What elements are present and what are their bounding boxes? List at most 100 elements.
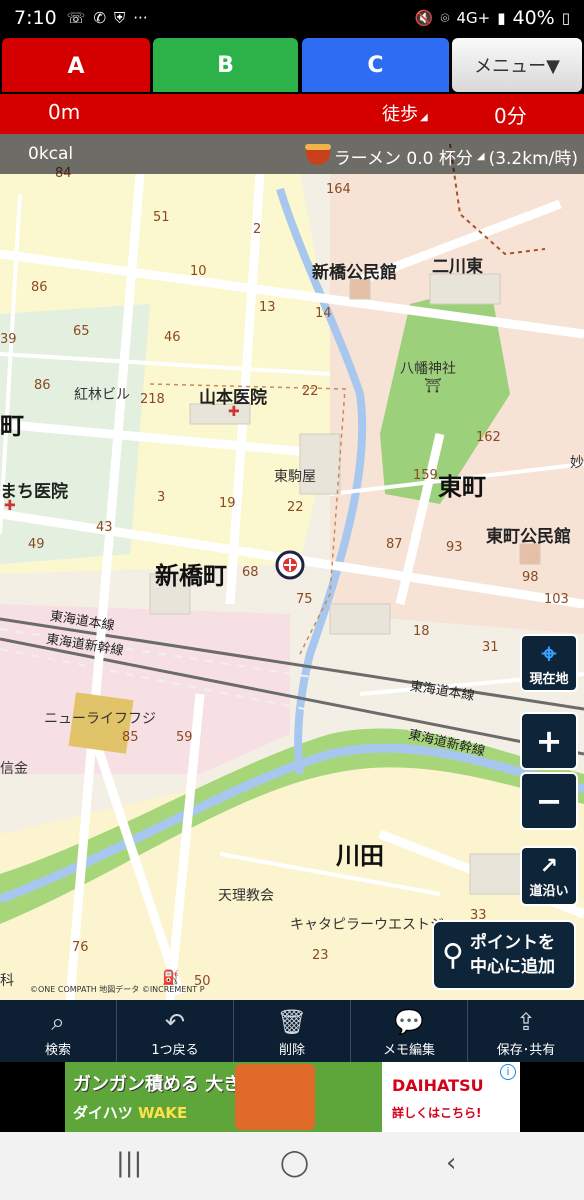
block-number: 49 (28, 537, 45, 552)
ad-info-icon[interactable]: i (500, 1064, 516, 1080)
route-tabs: A B C メニュー▼ (0, 36, 584, 94)
block-number: 22 (287, 500, 304, 515)
signal-icon: ▮ (497, 9, 506, 27)
map-view[interactable]: 新橋町 東町 川田 新橋公民館 二川東 山本医院 まち医院 東町公民館 町 八幡… (0, 134, 584, 1000)
status-time: 7:10 (14, 7, 57, 29)
label-higashi-town: 東町 (438, 473, 486, 501)
label-shinkin: 信金 (0, 761, 28, 777)
save-share-button[interactable]: ⇪ 保存･共有 (468, 1000, 584, 1062)
block-number: 43 (96, 520, 113, 535)
menu-button[interactable]: メニュー▼ (452, 38, 582, 92)
delete-label: 削除 (278, 1043, 305, 1058)
save-share-label: 保存･共有 (496, 1043, 556, 1058)
label-new-life-fuji: ニューライフフジ (44, 711, 156, 727)
more-icon: ··· (133, 9, 148, 27)
ad-banner[interactable]: ガンガン積める 大きな荷室! ダイハツ WAKE DAIHATSU 詳しくはこち… (0, 1062, 584, 1132)
undo-label: 1つ戻る (151, 1043, 199, 1058)
ad-cta[interactable]: 詳しくはこちら! (392, 1104, 481, 1121)
search-icon: ⌕ (51, 1008, 65, 1036)
block-number: 218 (140, 392, 165, 407)
speech-bubble-icon: 💬 (394, 1008, 424, 1036)
block-number: 51 (153, 210, 170, 225)
ad-brand-jp: ダイハツ (73, 1104, 133, 1122)
shield-icon: ⛨ (114, 9, 126, 27)
home-icon[interactable]: ◯ (280, 1148, 309, 1178)
label-edge-ka: 科 (0, 973, 14, 989)
ramen-bowl-icon (304, 143, 331, 165)
wifi-call-icon: ✆ (93, 9, 107, 27)
search-button[interactable]: ⌕ 検索 (0, 1000, 117, 1062)
add-point-center-button[interactable]: ⚲ ポイントを 中心に追加 (432, 920, 576, 990)
memo-edit-button[interactable]: 💬 メモ編集 (351, 1000, 468, 1062)
ad-brand-logo: DAIHATSU (392, 1076, 484, 1095)
crosshair-icon: ⌖ (541, 638, 557, 669)
delete-button[interactable]: 🗑 削除 (234, 1000, 351, 1062)
block-number: 75 (296, 592, 313, 607)
block-number: 65 (73, 324, 90, 339)
app-root: 7:10 ☏ ✆ ⛨ ··· 🔇 ⌾ 4G+ ▮ 40% ▯ A B C メニュ… (0, 0, 584, 1200)
block-number: 31 (482, 640, 499, 655)
battery-icon: ▯ (561, 9, 570, 27)
tab-c[interactable]: C (302, 38, 449, 92)
block-number: 76 (72, 940, 89, 955)
block-number: 3 (157, 490, 166, 505)
status-bar: 7:10 ☏ ✆ ⛨ ··· 🔇 ⌾ 4G+ ▮ 40% ▯ (0, 0, 584, 36)
ad-subline: ダイハツ WAKE (73, 1102, 187, 1123)
call-icon: ☏ (66, 9, 86, 27)
label-shinbashi-town: 新橋町 (155, 562, 227, 590)
calorie-value: 0kcal (28, 144, 74, 164)
current-location-label: 現在地 (529, 671, 569, 687)
block-number: 39 (0, 332, 17, 347)
block-number: 86 (34, 378, 51, 393)
tab-b[interactable]: B (153, 38, 298, 92)
block-number: 2 (253, 222, 262, 237)
block-number: 164 (326, 182, 351, 197)
dropdown-triangle-icon: ◢ (476, 151, 485, 162)
location-icon: ⌾ (440, 9, 450, 27)
mute-icon: 🔇 (414, 9, 434, 27)
block-number: 18 (413, 624, 430, 639)
current-location-button[interactable]: ⌖ 現在地 (520, 634, 578, 692)
block-number: 87 (386, 537, 403, 552)
block-number: 98 (522, 570, 539, 585)
zoom-out-button[interactable]: − (520, 772, 578, 830)
ad-product-image (235, 1064, 315, 1130)
block-number: 13 (259, 300, 276, 315)
ad-brand-panel: DAIHATSU 詳しくはこちら! i (382, 1062, 520, 1132)
recent-apps-icon[interactable]: ||| (116, 1148, 142, 1178)
along-road-button[interactable]: ↗ 道沿い (520, 846, 578, 906)
tab-a[interactable]: A (2, 38, 150, 92)
label-kohayashi-bldg: 紅林ビル (74, 387, 130, 403)
add-point-label: ポイントを 中心に追加 (469, 933, 555, 977)
block-number: 162 (476, 430, 501, 445)
along-road-label: 道沿い (529, 883, 569, 899)
hospital-icon: ✚ (4, 498, 16, 514)
map-pin-icon: ⚲ (442, 937, 464, 973)
zoom-in-button[interactable]: + (520, 712, 578, 770)
label-higashimachi-hall: 東町公民館 (486, 527, 571, 547)
block-number: 159 (413, 468, 438, 483)
bottom-toolbar: ⌕ 検索 ↶ 1つ戻る 🗑 削除 💬 メモ編集 ⇪ 保存･共有 (0, 1000, 584, 1062)
map-attribution: ©ONE COMPATH 地図データ ©INCREMENT P (30, 985, 205, 994)
back-icon[interactable]: ‹ (446, 1148, 456, 1178)
label-hachiman-shrine: 八幡神社 (400, 361, 456, 377)
map-canvas (0, 134, 584, 1000)
ad-creative[interactable]: ガンガン積める 大きな荷室! ダイハツ WAKE DAIHATSU 詳しくはこち… (65, 1062, 520, 1132)
share-icon: ⇪ (515, 1008, 537, 1036)
label-higashikomaya: 東駒屋 (274, 469, 316, 485)
duration-value: 0分 (494, 104, 527, 128)
ramen-count: ラーメン 0.0 杯分 (333, 149, 473, 169)
label-tenri-church: 天理教会 (218, 888, 274, 904)
ramen-equivalent[interactable]: ラーメン 0.0 杯分 ◢ (3.2km/時) (304, 143, 578, 169)
block-number: 23 (312, 948, 329, 963)
label-caterpillar: キャタピラーウエストジ (290, 917, 444, 933)
label-nikawa-east: 二川東 (432, 257, 483, 277)
dropdown-triangle-icon: ◢ (420, 112, 428, 123)
label-edge-machi: 町 (0, 412, 24, 440)
undo-button[interactable]: ↶ 1つ戻る (117, 1000, 234, 1062)
distance-value: 0m (48, 100, 81, 124)
travel-mode-selector[interactable]: 徒歩 ◢ (382, 100, 428, 126)
trash-icon: 🗑 (276, 1008, 308, 1036)
signal-type: 4G+ (456, 9, 491, 27)
block-number: 14 (315, 306, 332, 321)
